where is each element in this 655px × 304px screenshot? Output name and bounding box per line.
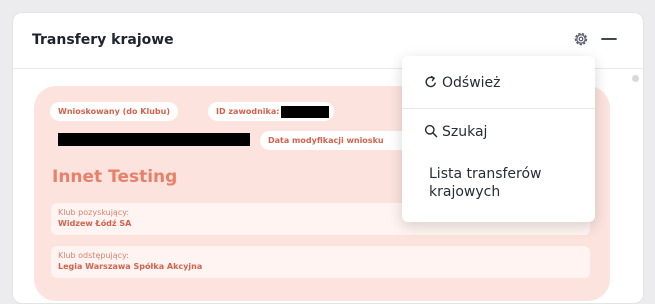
search-icon (424, 124, 438, 138)
menu-item-search[interactable]: Szukaj (402, 122, 595, 144)
redacted-player-id (281, 105, 330, 118)
player-id-label: ID zawodnika: (216, 107, 280, 116)
scrollbar-thumb[interactable] (632, 75, 639, 82)
menu-item-search-label: Szukaj (442, 124, 488, 140)
releasing-club-label: Klub odstępujący: (58, 251, 129, 260)
panel-title: Transfery krajowe (32, 32, 174, 48)
player-name: Innet Testing (52, 167, 178, 187)
menu-item-refresh-label: Odśwież (442, 75, 501, 91)
status-badge: Wnioskowany (do Klubu) (50, 102, 178, 121)
player-id-badge: ID zawodnika: (208, 102, 335, 121)
acquiring-club-label: Klub pozyskujący: (58, 208, 130, 217)
gear-icon[interactable] (571, 29, 591, 49)
settings-dropdown-menu: Odśwież Szukaj Lista transferów krajowyc… (402, 56, 595, 222)
acquiring-club-value: Widzew Łódź SA (58, 219, 132, 228)
refresh-icon (425, 75, 436, 88)
redacted-field (58, 133, 250, 146)
menu-divider (402, 108, 595, 109)
menu-item-refresh[interactable]: Odśwież (402, 73, 595, 95)
minus-icon[interactable] (599, 29, 619, 49)
releasing-club-box: Klub odstępujący: Legia Warszawa Spółka … (51, 246, 590, 278)
menu-item-transfer-list-label: Lista transferów krajowych (429, 166, 542, 200)
menu-item-transfer-list[interactable]: Lista transferów krajowych (402, 164, 595, 204)
releasing-club-value: Legia Warszawa Spółka Akcyjna (58, 262, 203, 271)
